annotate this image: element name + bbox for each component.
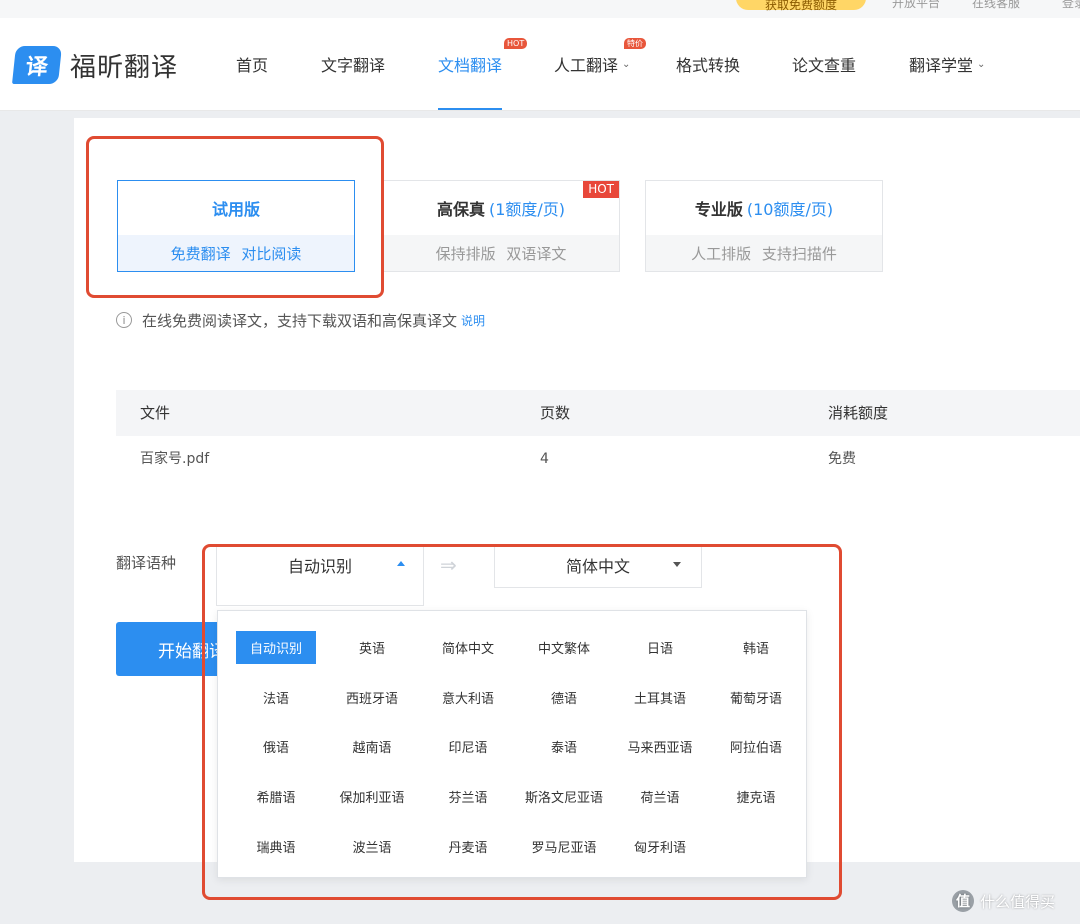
language-option[interactable]: 罗马尼亚语 xyxy=(516,821,612,871)
top-strip: 获取免费额度 开放平台 在线客服 登录 xyxy=(0,0,1080,18)
language-option[interactable]: 越南语 xyxy=(324,722,420,772)
table-row: 百家号.pdf 4 免费 xyxy=(116,436,1080,482)
explain-link[interactable]: 说明 xyxy=(461,312,485,329)
language-option[interactable]: 阿拉伯语 xyxy=(708,722,804,772)
language-option[interactable]: 荷兰语 xyxy=(612,772,708,822)
plan-title: 试用版 xyxy=(211,200,260,219)
language-option[interactable]: 丹麦语 xyxy=(420,821,516,871)
nav-human-translate[interactable]: 人工翻译 ⌄ 特价 xyxy=(554,18,646,110)
logo[interactable]: 译 福昕翻译 xyxy=(12,44,179,86)
column-quota: 消耗额度 xyxy=(828,404,889,422)
logo-text: 福昕翻译 xyxy=(70,52,179,83)
quota-cost: 免费 xyxy=(828,451,856,467)
free-quota-promo[interactable]: 获取免费额度 xyxy=(736,0,866,12)
language-label: 翻译语种 xyxy=(116,554,177,572)
language-option[interactable]: 自动识别 xyxy=(228,623,324,673)
language-option[interactable]: 法语 xyxy=(228,673,324,723)
nav-format-convert[interactable]: 格式转换 xyxy=(676,18,740,110)
watermark: 值 什么值得买 xyxy=(952,890,1055,912)
sale-badge: 特价 xyxy=(624,38,646,49)
chevron-down-icon xyxy=(673,562,681,567)
language-option[interactable]: 泰语 xyxy=(516,722,612,772)
source-language-dropdown: 自动识别 英语 简体中文 中文繁体 日语 韩语法语 西班牙语 意大利语 德语 土耳其语 葡萄牙语俄语… xyxy=(217,610,807,878)
page-count: 4 xyxy=(540,451,549,467)
plan-cost: (1额度/页) xyxy=(488,200,566,219)
language-options-grid: 自动识别 英语 简体中文 中文繁体 日语 韩语法语 西班牙语 意大利语 德语 土耳其语 葡萄牙语俄语… xyxy=(228,623,804,871)
login-link[interactable]: 登录 xyxy=(1062,0,1080,11)
file-name: 百家号.pdf xyxy=(140,451,210,467)
note-text: 在线免费阅读译文，支持下载双语和高保真译文 xyxy=(142,311,458,330)
language-option[interactable]: 中文繁体 xyxy=(516,623,612,673)
chevron-up-icon xyxy=(397,561,405,566)
swap-arrow-icon[interactable]: ⇒ xyxy=(440,553,457,577)
column-file: 文件 xyxy=(140,404,171,422)
language-option[interactable]: 保加利亚语 xyxy=(324,772,420,822)
plan-title: 专业版 xyxy=(694,200,743,219)
language-option[interactable]: 葡萄牙语 xyxy=(708,673,804,723)
column-pages: 页数 xyxy=(540,404,571,422)
language-option[interactable]: 印尼语 xyxy=(420,722,516,772)
nav-plagiarism-check[interactable]: 论文查重 xyxy=(792,18,856,110)
chevron-down-icon: ⌄ xyxy=(622,58,631,70)
plan-title: 高保真 xyxy=(436,200,485,219)
language-option[interactable]: 俄语 xyxy=(228,722,324,772)
open-platform-link[interactable]: 开放平台 xyxy=(892,0,940,11)
plan-subtitle: 人工排版 支持扫描件 xyxy=(646,235,882,271)
language-option[interactable]: 捷克语 xyxy=(708,772,804,822)
language-option[interactable]: 简体中文 xyxy=(420,623,516,673)
smzdm-logo-icon: 值 xyxy=(952,890,974,912)
language-option[interactable]: 希腊语 xyxy=(228,772,324,822)
plan-subtitle: 保持排版 双语译文 xyxy=(383,235,619,271)
translate-logo-icon: 译 xyxy=(12,46,62,84)
nav-translation-academy[interactable]: 翻译学堂 ⌄ xyxy=(909,18,985,110)
language-option[interactable]: 匈牙利语 xyxy=(612,821,708,871)
language-option[interactable]: 韩语 xyxy=(708,623,804,673)
language-option[interactable]: 芬兰语 xyxy=(420,772,516,822)
language-option[interactable]: 马来西亚语 xyxy=(612,722,708,772)
hot-badge: HOT xyxy=(504,38,528,49)
plan-trial[interactable]: 试用版 免费翻译 对比阅读 xyxy=(117,180,355,272)
plan-note: i 在线免费阅读译文，支持下载双语和高保真译文 说明 xyxy=(116,308,485,332)
language-option[interactable]: 英语 xyxy=(324,623,420,673)
plan-subtitle: 免费翻译 对比阅读 xyxy=(118,235,354,271)
chevron-down-icon: ⌄ xyxy=(977,58,986,70)
language-option[interactable]: 意大利语 xyxy=(420,673,516,723)
info-icon: i xyxy=(116,312,132,328)
language-option[interactable]: 西班牙语 xyxy=(324,673,420,723)
plan-cost: (10额度/页) xyxy=(746,200,834,219)
hot-badge: HOT xyxy=(583,181,619,198)
target-language-select[interactable]: 简体中文 xyxy=(494,544,702,588)
language-option[interactable]: 瑞典语 xyxy=(228,821,324,871)
nav-home[interactable]: 首页 xyxy=(236,18,268,110)
language-option[interactable]: 德语 xyxy=(516,673,612,723)
plan-professional[interactable]: 专业版 (10额度/页) 人工排版 支持扫描件 xyxy=(645,180,883,272)
plan-high-fidelity[interactable]: 高保真 (1额度/页) 保持排版 双语译文 HOT xyxy=(382,180,620,272)
language-option[interactable]: 日语 xyxy=(612,623,708,673)
file-table-header: 文件 页数 消耗额度 xyxy=(116,390,1080,436)
header: 译 福昕翻译 首页 文字翻译 文档翻译 HOT 人工翻译 ⌄ 特价 格式转换 论文… xyxy=(0,18,1080,111)
nav-text-translate[interactable]: 文字翻译 xyxy=(321,18,385,110)
start-translate-button[interactable]: 开始翻译 xyxy=(116,622,226,676)
source-language-select[interactable]: 自动识别 xyxy=(216,544,424,606)
nav-document-translate[interactable]: 文档翻译 HOT xyxy=(438,18,528,110)
language-option[interactable]: 土耳其语 xyxy=(612,673,708,723)
online-service-link[interactable]: 在线客服 xyxy=(972,0,1020,11)
language-option[interactable]: 斯洛文尼亚语 xyxy=(516,772,612,822)
language-option[interactable]: 波兰语 xyxy=(324,821,420,871)
